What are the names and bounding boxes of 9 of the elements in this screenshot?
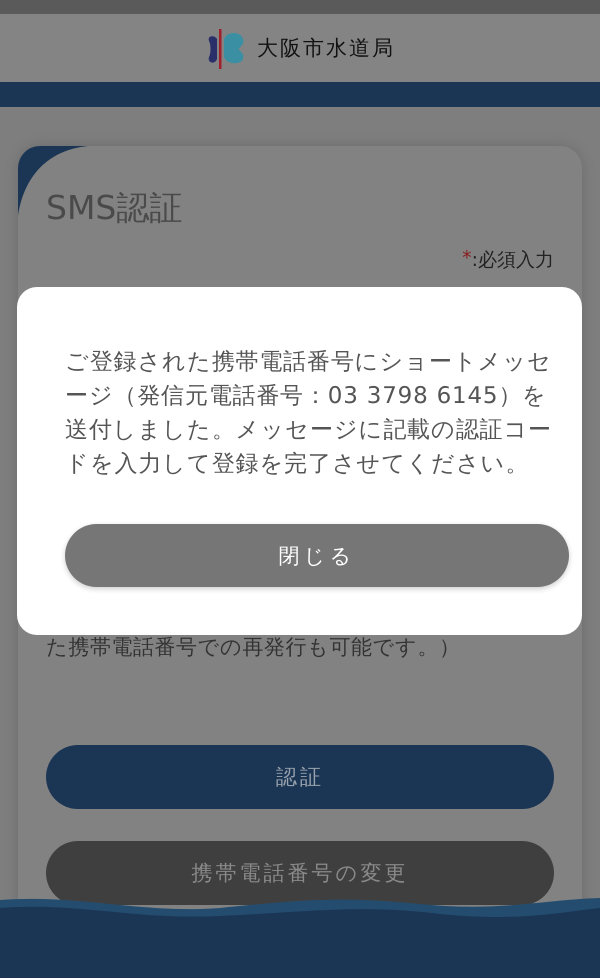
required-note: :必須入力 (472, 248, 554, 273)
dialog-message: ご登録された携帯電話番号にショートメッセージ（発信元電話番号：03 3798 6145）を送付しました。メッセージに記載の認証コードを入力して登録を完了させてください。 (65, 348, 552, 479)
note-text: た携帯電話番号での再発行も可能です。） (46, 634, 462, 661)
page-title: SMS認証 (46, 186, 184, 229)
change-phone-button[interactable]: 携帯電話番号の変更 (46, 840, 554, 905)
site-title: 大阪市水道局 (257, 34, 395, 62)
required-asterisk: * (462, 246, 472, 271)
verify-button[interactable]: 認証 (46, 744, 554, 809)
close-button[interactable]: 閉じる (65, 524, 569, 587)
